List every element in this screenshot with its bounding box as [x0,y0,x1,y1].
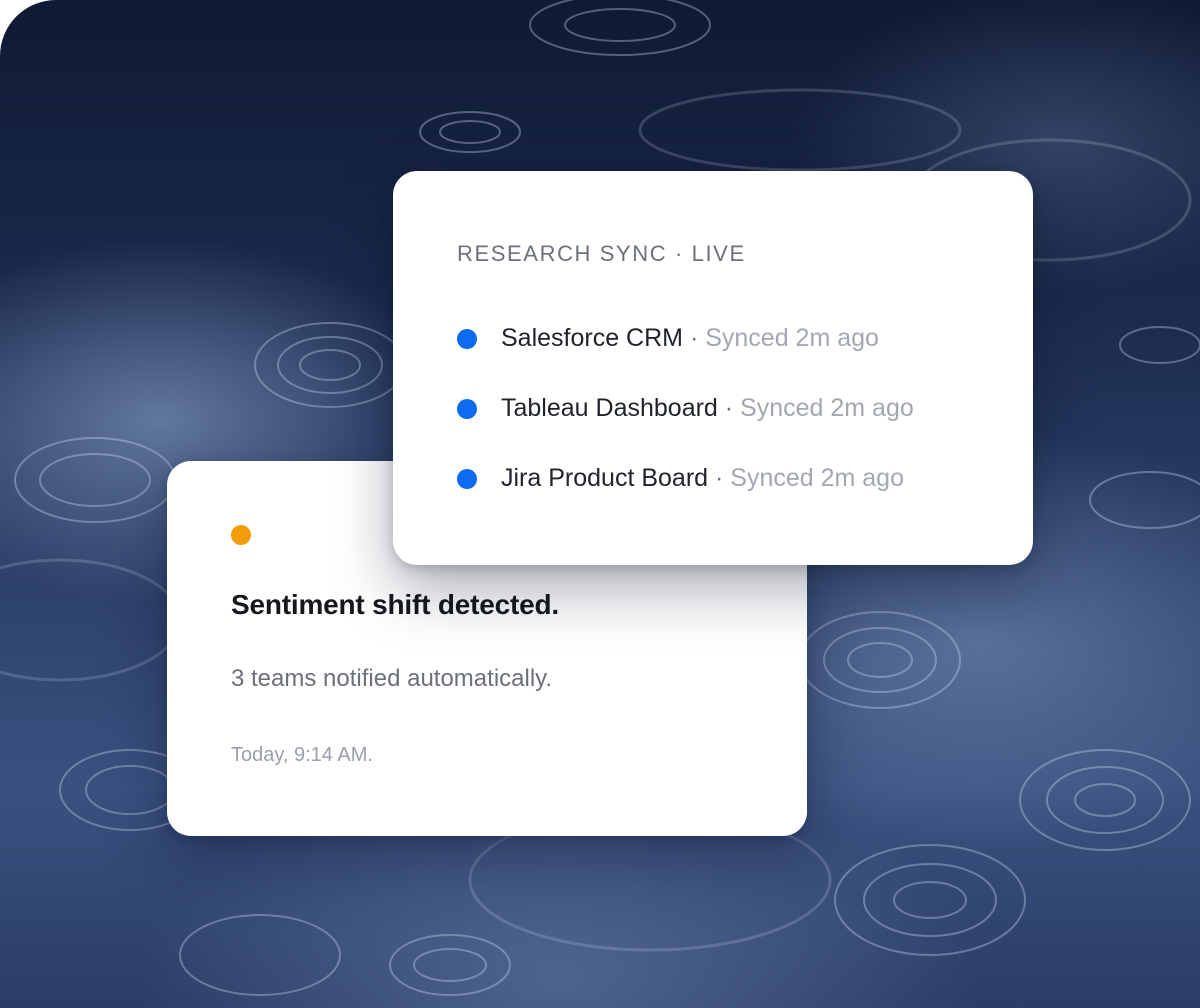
sync-source-list: Salesforce CRM · Synced 2m ago Tableau D… [457,321,914,531]
sync-status-dot [457,399,477,419]
sync-status-text: Synced 2m ago [705,324,879,352]
sync-source-name: Tableau Dashboard [501,394,718,422]
sync-separator: · [717,394,741,422]
research-sync-card: RESEARCH SYNC · LIVE Salesforce CRM · Sy… [393,171,1033,565]
sync-item-salesforce: Salesforce CRM · Synced 2m ago [457,321,914,391]
sync-source-name: Jira Product Board [501,464,709,492]
sync-item-jira: Jira Product Board · Synced 2m ago [457,461,914,531]
sync-status-text: Synced 2m ago [730,464,904,492]
sync-separator: · [708,464,731,492]
sync-status-text: Synced 2m ago [740,394,914,422]
sync-source-name: Salesforce CRM [501,324,683,352]
sync-item-tableau: Tableau Dashboard · Synced 2m ago [457,391,914,461]
sync-separator: · [683,324,706,352]
sync-status-dot [457,469,477,489]
alert-timestamp: Today, 9:14 AM. [231,744,373,766]
alert-title: Sentiment shift detected. [231,589,559,620]
alert-body: 3 teams notified automatically. [231,665,553,692]
rain-water-background: Sentiment shift detected. 3 teams notifi… [0,0,1200,1008]
sync-card-header: RESEARCH SYNC · LIVE [457,241,746,266]
alert-status-dot [231,525,251,545]
sync-status-dot [457,329,477,349]
